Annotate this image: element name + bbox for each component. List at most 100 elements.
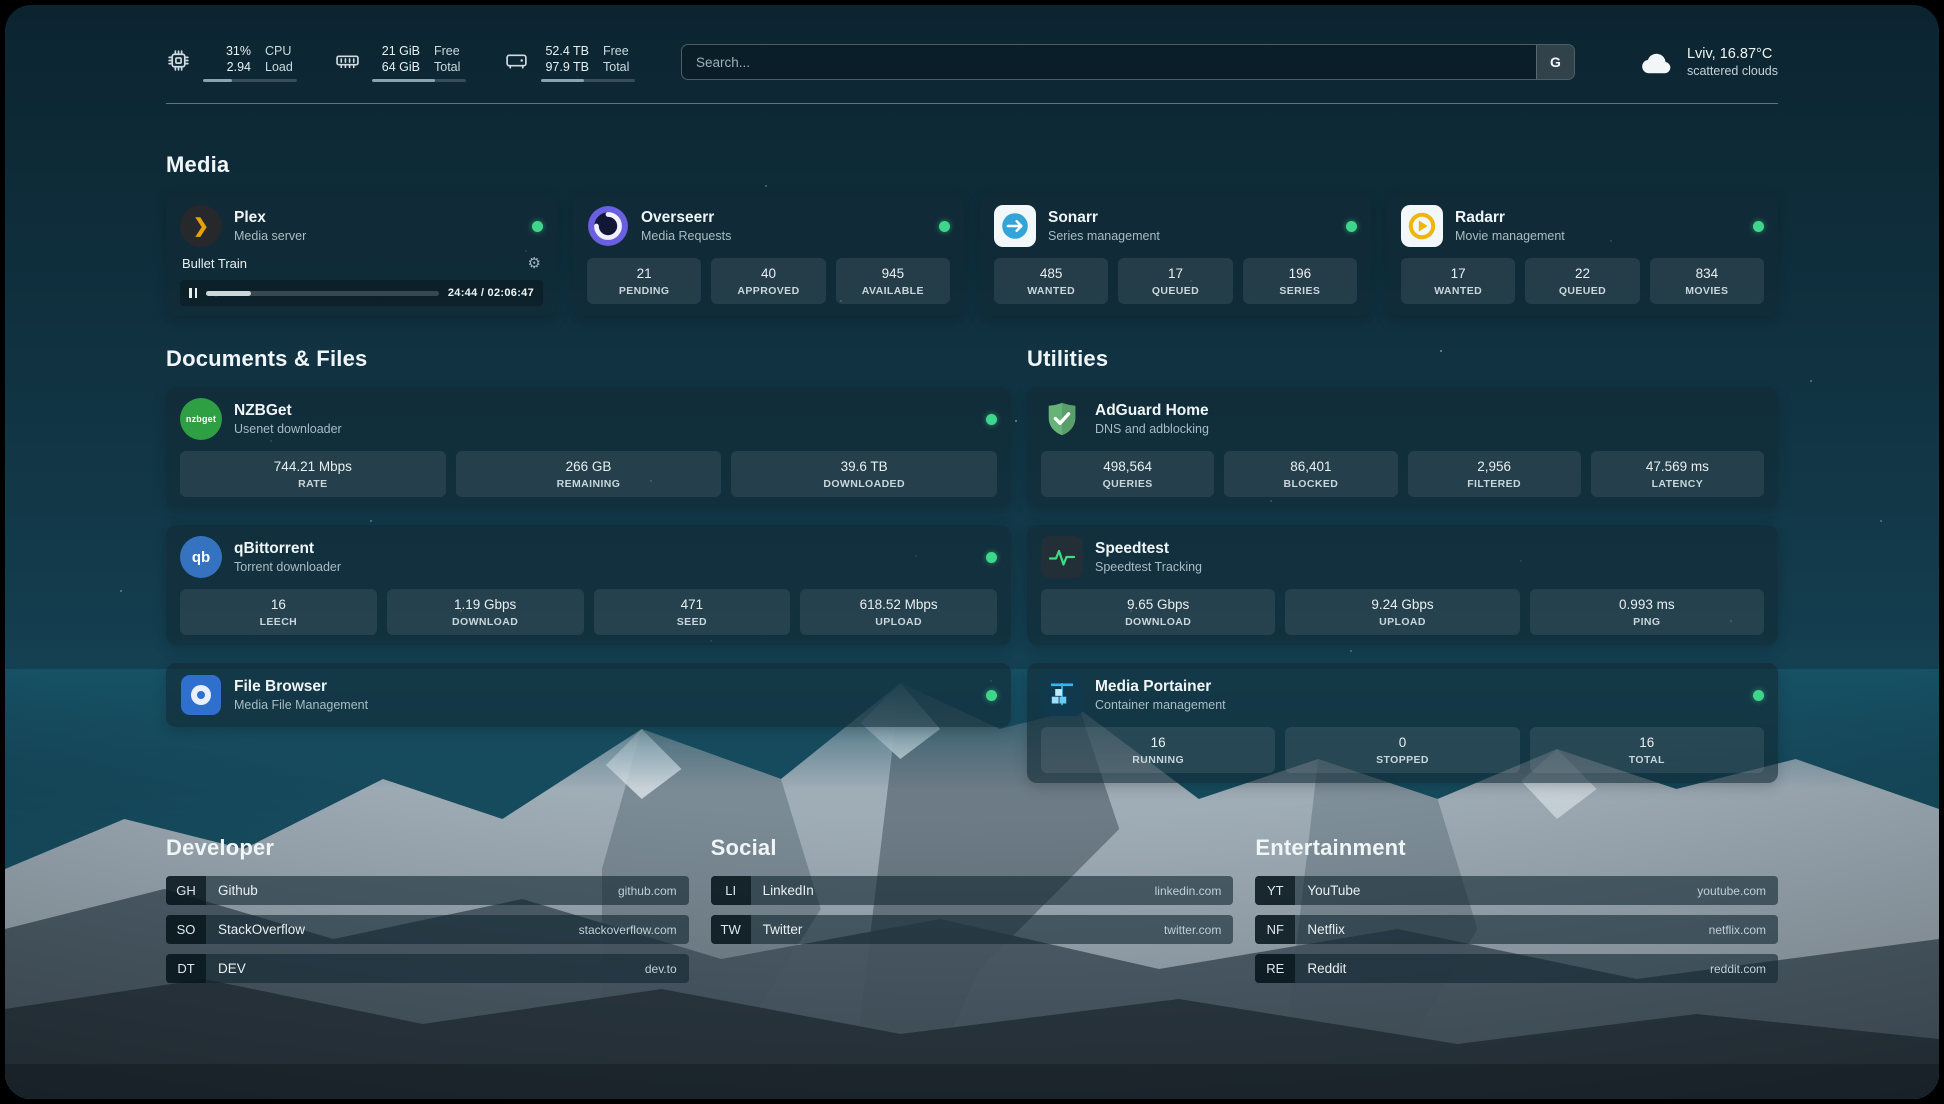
adguard-icon xyxy=(1041,398,1083,440)
stat-box: 618.52 Mbps UPLOAD xyxy=(800,589,997,635)
search-bar[interactable]: G xyxy=(681,44,1575,80)
service-card-overseerr[interactable]: Overseerr Media Requests 21PENDING 40APP… xyxy=(573,194,964,316)
service-card-qbittorrent[interactable]: qb qBittorrent Torrent downloader 16LEEC… xyxy=(166,525,1011,645)
disk-free-value: 52.4 TB xyxy=(541,43,589,59)
search-input[interactable] xyxy=(682,45,1536,79)
bookmark-abbr: DT xyxy=(166,954,206,983)
disk-total-value: 97.9 TB xyxy=(541,59,589,75)
qbittorrent-icon: qb xyxy=(180,536,222,578)
stat-label: UPLOAD xyxy=(804,616,993,628)
status-dot xyxy=(939,221,950,232)
stats-row: 16RUNNING 0STOPPED 16 TOTAL xyxy=(1041,727,1764,773)
stat-label: WANTED xyxy=(998,285,1104,297)
card-header: Radarr Movie management xyxy=(1401,204,1764,248)
service-card-speedtest[interactable]: Speedtest Speedtest Tracking 9.65 GbpsDO… xyxy=(1027,525,1778,645)
section-heading-documents: Documents & Files xyxy=(166,346,1011,372)
radarr-icon xyxy=(1401,205,1443,247)
stat-value: 16 xyxy=(1045,734,1271,751)
stat-value: 86,401 xyxy=(1228,458,1393,475)
stat-value: 17 xyxy=(1405,265,1511,282)
search-provider-button[interactable]: G xyxy=(1536,45,1574,79)
memory-total-value: 64 GiB xyxy=(372,59,420,75)
stat-label: TOTAL xyxy=(1534,754,1760,766)
stat-label: QUEUED xyxy=(1122,285,1228,297)
bookmark-stackoverflow[interactable]: SO StackOverflow stackoverflow.com xyxy=(166,915,689,944)
stat-value: 22 xyxy=(1529,265,1635,282)
bookmark-linkedin[interactable]: LI LinkedIn linkedin.com xyxy=(711,876,1234,905)
service-card-portainer[interactable]: Media Portainer Container management 16R… xyxy=(1027,663,1778,783)
bookmarks-section: Developer GH Github github.com SO StackO… xyxy=(166,835,1778,983)
stat-box: 0.993 msPING xyxy=(1530,589,1764,635)
disk-widget: 52.4 TBFree 97.9 TBTotal xyxy=(504,43,635,82)
stat-box: 86,401BLOCKED xyxy=(1224,451,1397,497)
bookmark-name: Netflix xyxy=(1307,922,1345,937)
bookmark-name: StackOverflow xyxy=(218,922,305,937)
service-card-nzbget[interactable]: nzbget NZBGet Usenet downloader 744.21 M… xyxy=(166,387,1011,507)
bookmarks-column-developer: Developer GH Github github.com SO StackO… xyxy=(166,835,689,983)
stat-label: MOVIES xyxy=(1654,285,1760,297)
card-titles: Sonarr Series management xyxy=(1048,208,1160,244)
stat-box: 39.6 TBDOWNLOADED xyxy=(731,451,997,497)
stat-box: 834 MOVIES xyxy=(1650,258,1764,304)
card-header: Speedtest Speedtest Tracking xyxy=(1041,535,1764,579)
bookmark-name: DEV xyxy=(218,961,246,976)
service-card-sonarr[interactable]: Sonarr Series management 485WANTED 17QUE… xyxy=(980,194,1371,316)
stat-value: 47.569 ms xyxy=(1595,458,1760,475)
bookmark-abbr: NF xyxy=(1255,915,1295,944)
memory-total-label: Total xyxy=(434,59,466,75)
memory-usage-bar xyxy=(372,79,466,82)
two-column-section: Documents & Files nzbget NZBGet Usenet d… xyxy=(166,346,1778,783)
card-header: Media Portainer Container management xyxy=(1041,673,1764,717)
memory-free-label: Free xyxy=(434,43,466,59)
disk-stats: 52.4 TBFree 97.9 TBTotal xyxy=(541,43,635,82)
dashboard-frame: 31%CPU 2.94Load 21 GiBFree 64 GiBTotal xyxy=(5,5,1939,1099)
stat-value: 1.19 Gbps xyxy=(391,596,580,613)
utilities-card-stack: AdGuard Home DNS and adblocking 498,564Q… xyxy=(1027,387,1778,783)
service-card-filebrowser[interactable]: File Browser Media File Management xyxy=(166,663,1011,727)
card-header: AdGuard Home DNS and adblocking xyxy=(1041,397,1764,441)
stat-label: WANTED xyxy=(1405,285,1511,297)
pause-icon[interactable] xyxy=(189,288,197,298)
cpu-load-label: Load xyxy=(265,59,297,75)
card-titles: NZBGet Usenet downloader xyxy=(234,401,342,437)
service-card-plex[interactable]: Plex Media server Bullet Train 24:44 / 0… xyxy=(166,194,557,316)
card-header: qb qBittorrent Torrent downloader xyxy=(180,535,997,579)
bookmark-netflix[interactable]: NF Netflix netflix.com xyxy=(1255,915,1778,944)
filebrowser-icon xyxy=(180,674,222,716)
stat-value: 21 xyxy=(591,265,697,282)
stat-value: 40 xyxy=(715,265,821,282)
cpu-usage-bar xyxy=(203,79,297,82)
stat-box: 47.569 msLATENCY xyxy=(1591,451,1764,497)
gear-icon[interactable] xyxy=(528,254,541,273)
plex-progress-bar[interactable] xyxy=(206,291,439,296)
card-titles: AdGuard Home DNS and adblocking xyxy=(1095,401,1209,437)
stat-value: 16 xyxy=(1534,734,1760,751)
weather-condition: scattered clouds xyxy=(1687,63,1778,79)
media-card-grid: Plex Media server Bullet Train 24:44 / 0… xyxy=(166,194,1778,316)
stat-value: 9.65 Gbps xyxy=(1045,596,1271,613)
bookmark-youtube[interactable]: YT YouTube youtube.com xyxy=(1255,876,1778,905)
stat-box: 22QUEUED xyxy=(1525,258,1639,304)
bookmark-reddit[interactable]: RE Reddit reddit.com xyxy=(1255,954,1778,983)
stat-value: 618.52 Mbps xyxy=(804,596,993,613)
memory-icon xyxy=(335,48,360,73)
service-card-adguard[interactable]: AdGuard Home DNS and adblocking 498,564Q… xyxy=(1027,387,1778,507)
disk-total-label: Total xyxy=(603,59,635,75)
bookmark-dev[interactable]: DT DEV dev.to xyxy=(166,954,689,983)
stat-box: 16RUNNING xyxy=(1041,727,1275,773)
service-title: AdGuard Home xyxy=(1095,401,1209,420)
background-snow-specks xyxy=(5,5,7,7)
stat-value: 2,956 xyxy=(1412,458,1577,475)
stat-box: 0STOPPED xyxy=(1285,727,1519,773)
bookmark-twitter[interactable]: TW Twitter twitter.com xyxy=(711,915,1234,944)
stat-value: 834 xyxy=(1654,265,1760,282)
status-dot xyxy=(986,414,997,425)
sonarr-icon xyxy=(994,205,1036,247)
service-card-radarr[interactable]: Radarr Movie management 17 WANTED 22QUEUE… xyxy=(1387,194,1778,316)
bookmark-github[interactable]: GH Github github.com xyxy=(166,876,689,905)
stat-label: STOPPED xyxy=(1289,754,1515,766)
header-divider xyxy=(166,103,1778,104)
nzbget-icon-text: nzbget xyxy=(186,414,216,424)
plex-now-playing-title: Bullet Train xyxy=(182,256,247,271)
stat-value: 945 xyxy=(840,265,946,282)
